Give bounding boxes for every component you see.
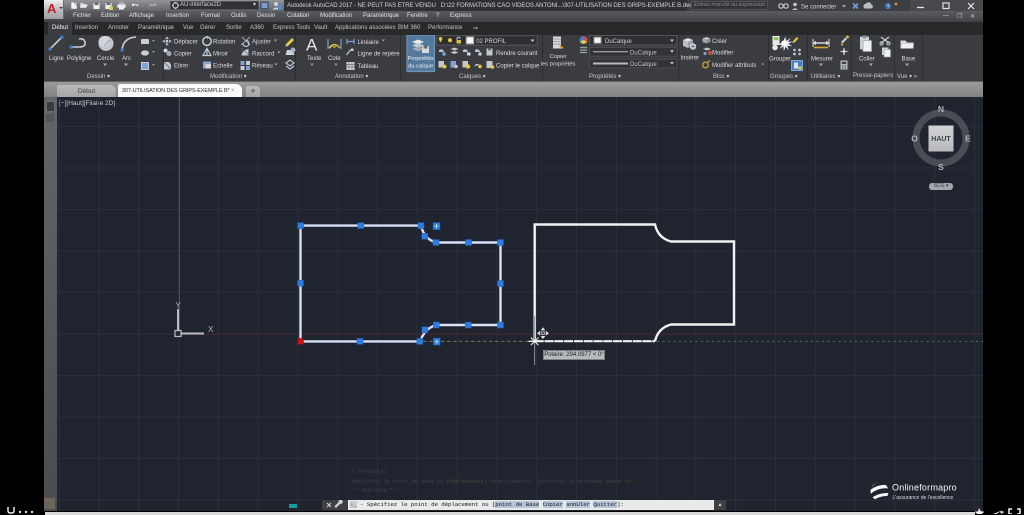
svg-text:Ajuster: Ajuster	[252, 40, 271, 46]
svg-text:Déplacer: Déplacer	[174, 40, 198, 46]
svg-text:Copier: Copier	[174, 52, 192, 58]
svg-text:S: S	[938, 162, 944, 172]
svg-text:Raccord: Raccord	[252, 52, 274, 58]
svg-text:E: E	[965, 134, 971, 144]
svg-text:Copier le calque: Copier le calque	[496, 64, 540, 70]
svg-text:?: ?	[887, 4, 890, 10]
svg-text:Copier: Copier	[549, 54, 566, 60]
svg-text:Propriétés: Propriétés	[407, 56, 434, 62]
svg-text:02 PROFIL: 02 PROFIL	[476, 39, 507, 45]
svg-text:du calque: du calque	[408, 64, 433, 70]
svg-text:A: A	[306, 36, 318, 55]
svg-text:Base: Base	[902, 57, 916, 63]
svg-text:HAUT: HAUT	[931, 136, 951, 143]
svg-text:DuCalque: DuCalque	[630, 50, 657, 56]
svg-text:les propriétés: les propriétés	[541, 62, 576, 68]
svg-text:Y: Y	[175, 301, 181, 310]
svg-text:Se connecter: Se connecter	[801, 5, 836, 11]
svg-text:Cote: Cote	[328, 56, 341, 62]
svg-text:Ligne: Ligne	[49, 56, 64, 62]
svg-text:Grouper: Grouper	[769, 57, 791, 63]
svg-text:Réseau: Réseau	[252, 64, 273, 70]
svg-text:Arc: Arc	[122, 56, 131, 62]
svg-text:O: O	[911, 134, 918, 144]
svg-text:Modifier: Modifier	[712, 51, 733, 57]
svg-text:Insérer: Insérer	[681, 56, 700, 62]
svg-text:Cercle: Cercle	[97, 56, 115, 62]
svg-text:Tableau: Tableau	[358, 64, 379, 70]
svg-text:Echelle: Echelle	[213, 64, 233, 70]
svg-text:DuCalque: DuCalque	[630, 62, 657, 68]
svg-text:Rotation: Rotation	[213, 40, 235, 46]
svg-text:N: N	[938, 104, 944, 114]
svg-text:Linéaire: Linéaire	[358, 40, 380, 46]
svg-text:Ligne de repère: Ligne de repère	[358, 52, 401, 58]
svg-text:Miroir: Miroir	[213, 52, 228, 58]
svg-text:Texte: Texte	[307, 56, 322, 62]
svg-text:Onlineformapro: Onlineformapro	[892, 483, 957, 493]
svg-text:DuCalque: DuCalque	[605, 39, 632, 45]
svg-text:L'assurance de l'excellence: L'assurance de l'excellence	[893, 495, 954, 501]
svg-text:Modifier attributs: Modifier attributs	[712, 63, 756, 69]
svg-text:Etirer: Etirer	[174, 64, 188, 70]
svg-text:Polyligne: Polyligne	[67, 56, 92, 62]
svg-text:Créer: Créer	[712, 39, 727, 45]
svg-text:X: X	[208, 325, 214, 334]
svg-text:Rendre courant: Rendre courant	[496, 51, 538, 57]
svg-text:Coller: Coller	[859, 57, 875, 63]
svg-text:Mesurer: Mesurer	[811, 57, 833, 63]
